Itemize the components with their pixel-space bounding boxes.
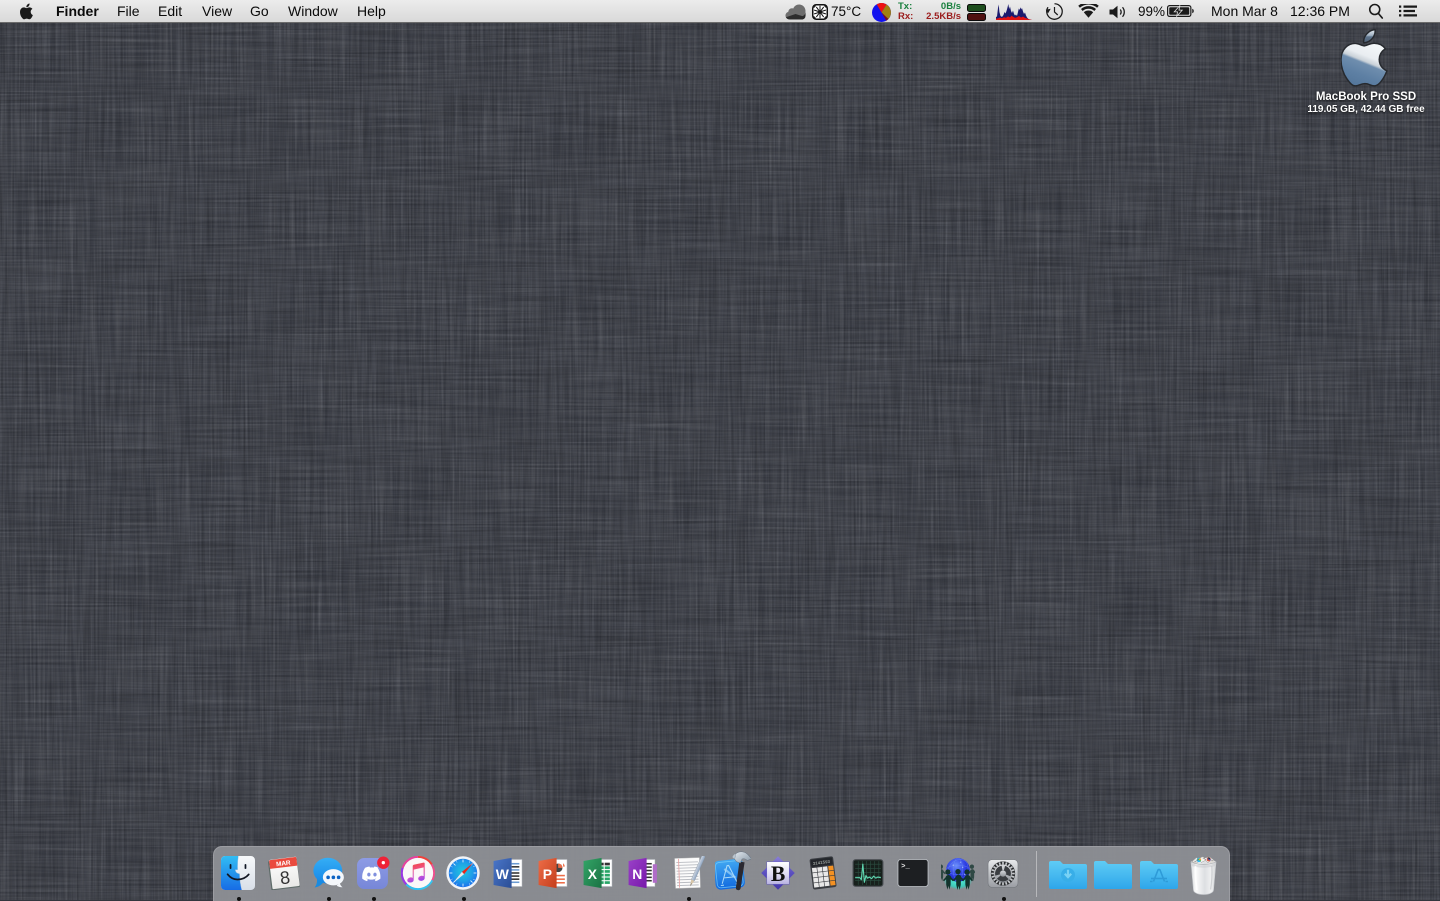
svg-text:N: N	[632, 866, 642, 882]
svg-text:X: X	[588, 866, 598, 882]
svg-text:W: W	[496, 866, 510, 882]
svg-text:>_: >_	[901, 862, 910, 870]
svg-text:P: P	[543, 866, 552, 882]
svg-text:B: B	[771, 862, 785, 886]
